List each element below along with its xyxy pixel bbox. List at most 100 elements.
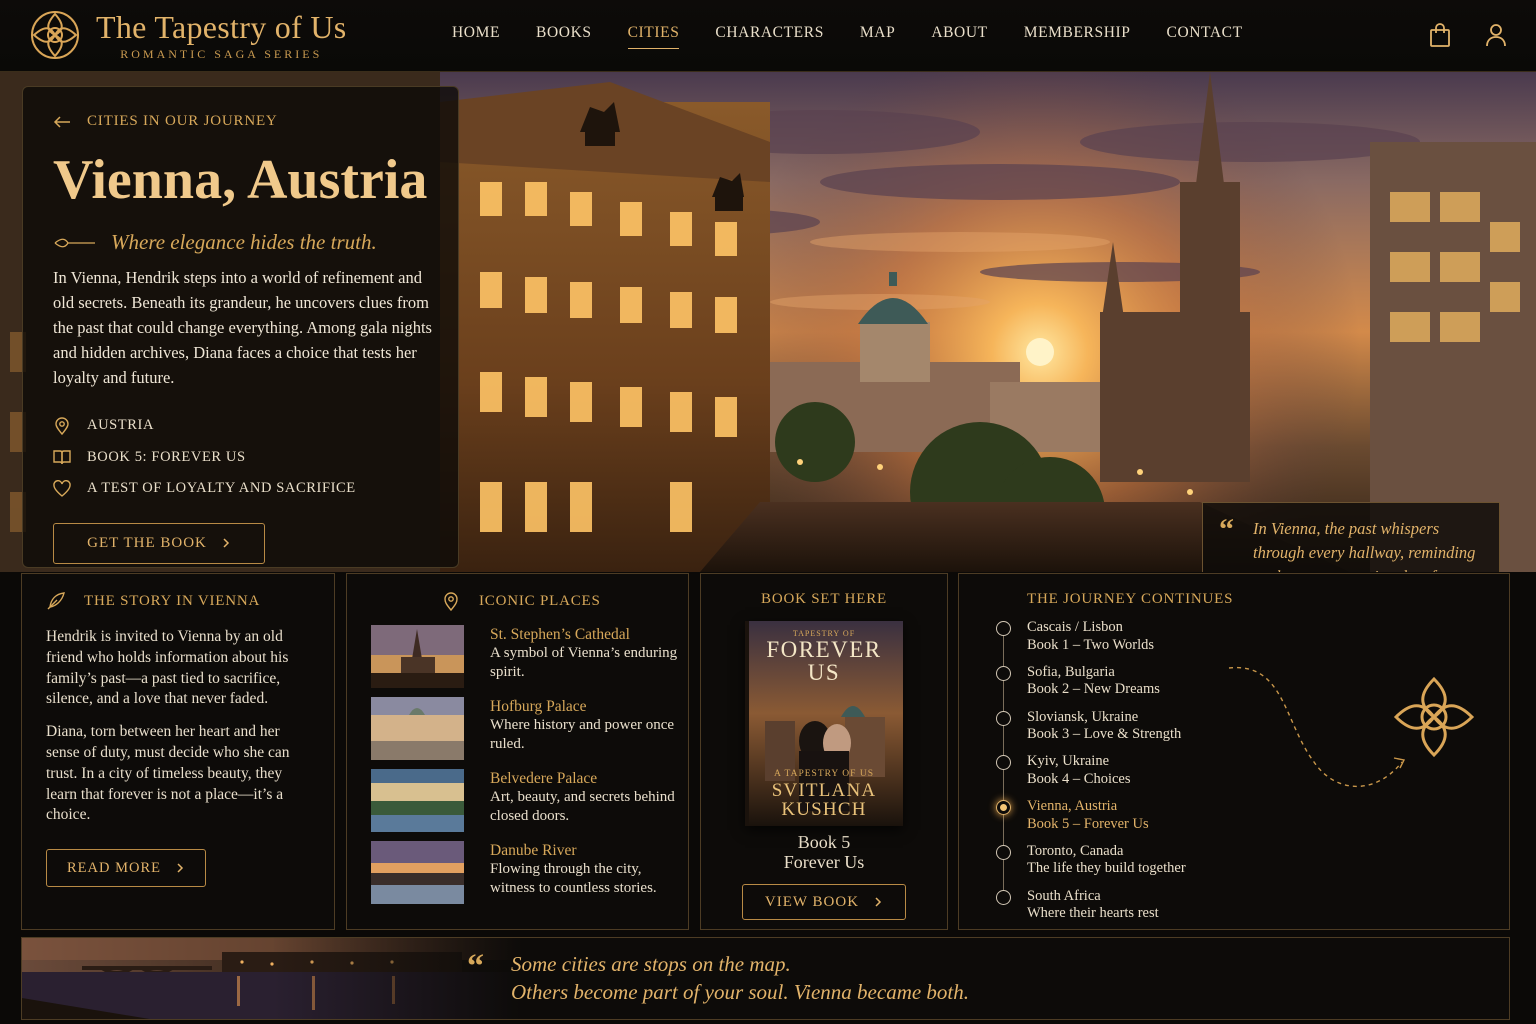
city-intro-card: CITIES IN OUR JOURNEY Vienna, Austria Wh… xyxy=(22,86,459,568)
nav-membership[interactable]: MEMBERSHIP xyxy=(1024,24,1131,49)
brand-subtitle: ROMANTIC SAGA SERIES xyxy=(120,46,323,61)
user-icon[interactable] xyxy=(1484,22,1508,48)
read-more-button[interactable]: READ MORE xyxy=(46,849,206,888)
place-desc: Art, beauty, and secrets behind closed d… xyxy=(490,789,675,824)
page-title: Vienna, Austria xyxy=(53,149,428,211)
place-desc: A symbol of Vienna’s enduring spirit. xyxy=(490,645,678,680)
heart-icon xyxy=(53,479,71,497)
back-link-label: CITIES IN OUR JOURNEY xyxy=(87,113,278,129)
city-tagline: Where elegance hides the truth. xyxy=(111,230,377,254)
cathedral-thumbnail xyxy=(371,625,464,688)
timeline-item[interactable]: Cascais / Lisbon Book 1 – Two Worlds xyxy=(996,619,1509,664)
timeline-dot xyxy=(996,844,1011,860)
get-the-book-button[interactable]: GET THE BOOK xyxy=(53,522,265,564)
timeline-dot xyxy=(996,710,1011,726)
shopping-bag-icon[interactable] xyxy=(1428,22,1452,48)
chevron-right-icon xyxy=(223,538,229,548)
hero-quote-box: “ In Vienna, the past whispers through e… xyxy=(1202,502,1500,572)
timeline-item[interactable]: Toronto, Canada The life they build toge… xyxy=(996,842,1509,888)
book-caption-number: Book 5 xyxy=(797,832,851,852)
nav-map[interactable]: MAP xyxy=(860,24,895,49)
belvedere-thumbnail xyxy=(371,769,464,832)
button-label: READ MORE xyxy=(67,859,161,876)
quote-mark-icon: “ xyxy=(467,948,484,985)
hero-quote-text: In Vienna, the past whispers through eve… xyxy=(1253,519,1480,572)
fact-label: BOOK 5: FOREVER US xyxy=(87,448,246,465)
nav-cities[interactable]: CITIES xyxy=(627,24,680,49)
places-heading: ICONIC PLACES xyxy=(479,592,601,609)
timeline-book: Book 1 – Two Worlds xyxy=(1027,636,1154,653)
fact-label: AUSTRIA xyxy=(87,417,155,434)
open-book-icon xyxy=(53,450,71,465)
danube-thumbnail xyxy=(371,841,464,904)
dashed-path-arrow-icon xyxy=(1228,667,1406,788)
story-paragraph: Hendrik is invited to Vienna by an old f… xyxy=(46,628,289,708)
place-item[interactable]: Belvedere Palace Art, beauty, and secret… xyxy=(371,769,675,841)
banner-quote-line-1: Some cities are stops on the map. xyxy=(511,952,791,976)
nav-contact[interactable]: CONTACT xyxy=(1167,24,1243,49)
story-heading: THE STORY IN VIENNA xyxy=(84,592,261,609)
header-actions xyxy=(1428,22,1508,48)
fact-theme: A TEST OF LOYALTY AND SACRIFICE xyxy=(53,473,428,505)
timeline-item-current[interactable]: Vienna, Austria Book 5 – Forever Us xyxy=(996,798,1509,843)
fact-book: BOOK 5: FOREVER US xyxy=(53,442,428,474)
place-desc: Flowing through the city, witness to cou… xyxy=(490,861,657,896)
top-navigation: The Tapestry of Us ROMANTIC SAGA SERIES … xyxy=(0,0,1536,72)
iconic-places-panel: ICONIC PLACES St. Stephen’s Cathedal A s… xyxy=(346,573,689,930)
fact-label: A TEST OF LOYALTY AND SACRIFICE xyxy=(87,480,356,497)
book-cover[interactable]: TAPESTRY OF FOREVER US A TAPESTRY OF US … xyxy=(745,621,903,826)
timeline-city: Toronto, Canada xyxy=(1027,842,1124,859)
journey-heading: THE JOURNEY CONTINUES xyxy=(1027,591,1234,607)
chevron-right-icon xyxy=(177,863,184,873)
timeline-book: The life they build together xyxy=(1027,860,1186,877)
story-panel: THE STORY IN VIENNA Hendrik is invited t… xyxy=(21,573,335,930)
cover-title-line-2: US xyxy=(807,660,841,685)
hofburg-thumbnail xyxy=(371,697,464,760)
button-label: GET THE BOOK xyxy=(87,534,207,551)
celtic-knot-ornament-icon xyxy=(1393,676,1475,758)
fact-country: AUSTRIA xyxy=(53,410,428,442)
brand-logo-link[interactable]: The Tapestry of Us ROMANTIC SAGA SERIES xyxy=(28,8,347,62)
city-facts: AUSTRIA BOOK 5: FOREVER US A TEST OF LOY… xyxy=(53,410,428,505)
nav-about[interactable]: ABOUT xyxy=(931,24,987,49)
place-item[interactable]: Danube River Flowing through the city, w… xyxy=(371,841,664,913)
bottom-quote-banner: “ Some cities are stops on the map. Othe… xyxy=(21,937,1510,1020)
arrow-left-icon xyxy=(53,115,70,128)
danube-night-illustration xyxy=(22,938,522,1019)
story-paragraph: Diana, torn between her heart and her se… xyxy=(46,723,290,824)
journey-timeline-panel: THE JOURNEY CONTINUES Cascais / Lisbon B… xyxy=(958,573,1510,930)
map-pin-icon xyxy=(55,417,69,435)
place-item[interactable]: Hofburg Palace Where history and power o… xyxy=(371,697,674,769)
quote-mark-icon: “ xyxy=(1219,513,1234,546)
timeline-dot xyxy=(996,889,1011,905)
book-panel-heading: BOOK SET HERE xyxy=(761,591,887,607)
map-pin-icon xyxy=(444,592,458,611)
view-book-button[interactable]: VIEW BOOK xyxy=(742,884,906,920)
timeline-city: South Africa xyxy=(1027,887,1101,904)
place-name: Belvedere Palace xyxy=(490,770,598,787)
place-name: Danube River xyxy=(490,842,577,859)
banner-quote-line-2: Others become part of your soul. Vienna … xyxy=(511,980,970,1004)
main-menu: HOME BOOKS CITIES CHARACTERS MAP ABOUT M… xyxy=(452,24,1279,49)
place-item[interactable]: St. Stephen’s Cathedal A symbol of Vienn… xyxy=(371,625,677,697)
button-label: VIEW BOOK xyxy=(764,893,860,910)
timeline-dot xyxy=(996,665,1011,681)
flourish-ornament-icon xyxy=(54,238,95,247)
timeline-book: Where their hearts rest xyxy=(1027,905,1159,922)
place-name: Hofburg Palace xyxy=(490,698,587,715)
back-to-cities-link[interactable]: CITIES IN OUR JOURNEY xyxy=(53,113,428,130)
cover-author-line-1: SVITLANA xyxy=(771,780,877,801)
place-name: St. Stephen’s Cathedal xyxy=(490,626,630,643)
nav-home[interactable]: HOME xyxy=(452,24,500,49)
nav-books[interactable]: BOOKS xyxy=(536,24,592,49)
cover-title-line-1: FOREVER xyxy=(766,637,882,662)
banner-quote: “ Some cities are stops on the map. Othe… xyxy=(467,950,969,1006)
nav-characters[interactable]: CHARACTERS xyxy=(715,24,824,49)
cover-author-line-2: KUSHCH xyxy=(781,799,867,820)
feather-quill-icon xyxy=(47,592,65,610)
book-set-here-panel: BOOK SET HERE TAPESTRY OF FOREVER US A T… xyxy=(700,573,948,930)
timeline-item[interactable]: South Africa Where their hearts rest xyxy=(996,887,1509,933)
book-caption-title: Forever Us xyxy=(783,852,865,872)
timeline-book: Book 5 – Forever Us xyxy=(1027,815,1149,832)
timeline-dot-active xyxy=(996,800,1011,816)
